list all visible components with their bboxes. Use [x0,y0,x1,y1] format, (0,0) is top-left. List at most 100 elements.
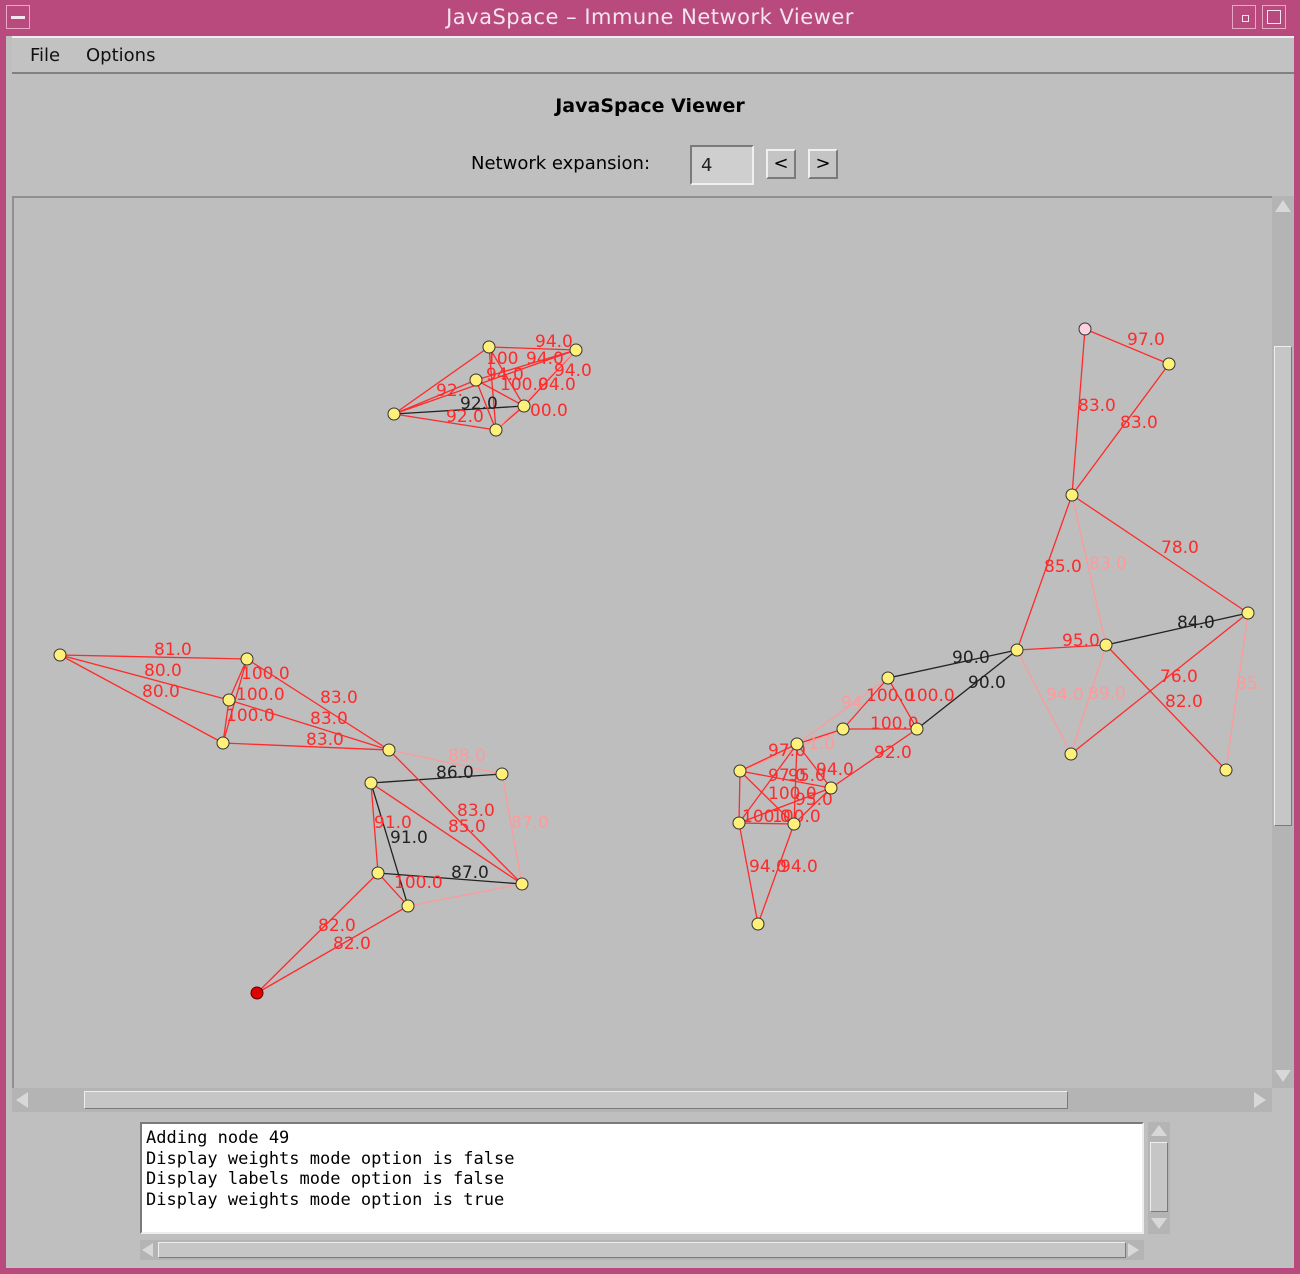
expansion-increase-button[interactable]: > [808,149,838,179]
edge-weight-label: 100.0 [906,686,955,706]
network-node[interactable] [910,722,924,736]
edge-weight-label: 94 [841,693,863,713]
network-expansion-input[interactable]: 4 [690,145,754,185]
log-vertical-scrollbar[interactable] [1148,1122,1170,1234]
network-node[interactable] [222,693,236,707]
network-graph[interactable]: 94.0100 94.094.0 94.0100.094.092.92.092.0 0… [14,198,1272,1088]
scroll-left-arrow-icon[interactable] [16,1092,28,1108]
network-node[interactable] [371,866,385,880]
edge-weight-label: 83.0 [1078,396,1116,416]
log-horizontal-scrollbar[interactable] [140,1240,1144,1260]
edge-weight-label: 83.0 [320,688,358,708]
network-node[interactable] [751,917,765,931]
vertical-scroll-thumb[interactable] [1274,346,1292,826]
log-vertical-scroll-thumb[interactable] [1150,1142,1168,1212]
log-scroll-left-arrow-icon[interactable] [142,1243,153,1257]
network-node[interactable] [732,816,746,830]
edge-weight-label: 82.0 [333,934,371,954]
scroll-down-arrow-icon[interactable] [1275,1070,1291,1082]
menu-file[interactable]: File [30,45,60,66]
edge-weight-label: 00.0 [530,401,568,421]
network-node[interactable] [569,343,583,357]
network-node[interactable] [240,652,254,666]
network-node[interactable] [517,399,531,413]
edge-weight-label: 83.0 [1089,554,1127,574]
log-line: Display labels mode option is false [146,1169,505,1189]
edge-weight-label: 91.0 [390,828,428,848]
network-node[interactable] [1099,638,1113,652]
edge-weight-label: 78.0 [1161,538,1199,558]
maximize-button[interactable] [1262,5,1286,29]
edge-weight-label: 94.0 [1046,685,1084,705]
edge-weight-label: 100.0 [226,706,275,726]
network-node[interactable] [469,373,483,387]
network-node[interactable] [1010,643,1024,657]
horizontal-scroll-thumb[interactable] [84,1091,1068,1109]
edge-weight-label: 1.0 [808,734,835,754]
edge-weight-label: 80.0 [144,661,182,681]
network-node[interactable] [489,423,503,437]
network-node[interactable] [824,781,838,795]
minimize-button[interactable] [1232,5,1256,29]
network-node[interactable] [401,899,415,913]
expansion-decrease-button[interactable]: < [766,149,796,179]
app-window: JavaSpace – Immune Network Viewer File O… [0,0,1300,1274]
network-node[interactable] [482,340,496,354]
network-node[interactable] [836,722,850,736]
edge-weight-label: 94.0 [538,375,576,395]
edge-weight-label: 100.0 [236,685,285,705]
edge-weight-label: 85. [1236,674,1263,694]
edge-weight-label: 81.0 [154,640,192,660]
network-node[interactable] [364,776,378,790]
network-node[interactable] [1064,747,1078,761]
edge-weight-label: 89.0 [1088,684,1126,704]
title-bar[interactable]: JavaSpace – Immune Network Viewer [0,0,1300,36]
edges-layer [59,328,1249,994]
network-node[interactable] [790,737,804,751]
scroll-up-arrow-icon[interactable] [1275,200,1291,212]
network-node[interactable] [787,817,801,831]
network-canvas[interactable]: 94.0 100 94.0 94.0 94.0 100.0 94.0 92. 92.0 92.0 0… [12,196,1272,1088]
network-node[interactable] [250,986,264,1000]
network-node[interactable] [1162,357,1176,371]
minimize-icon [1242,15,1249,22]
log-horizontal-scroll-thumb[interactable] [158,1242,1126,1258]
edge-weight-label: 84.0 [1177,613,1215,633]
network-node[interactable] [1241,606,1255,620]
network-node[interactable] [1078,322,1092,336]
edge-weight-label: 94.0 [816,760,854,780]
edge-weight-label: 82.0 [318,916,356,936]
network-node[interactable] [382,743,396,757]
edge-weight-label: 82.0 [1165,692,1203,712]
network-node[interactable] [216,736,230,750]
edge-weight-label: 92.0 [874,743,912,763]
menu-options[interactable]: Options [86,45,155,66]
edge-weight-label: 83.0 [1120,413,1158,433]
edge-weight-label: 80.0 [142,682,180,702]
edge-weight-label: 94.0 [780,857,818,877]
canvas-horizontal-scrollbar[interactable] [12,1088,1272,1112]
edge-weight-label: 87.0 [451,863,489,883]
network-node[interactable] [733,764,747,778]
network-node[interactable] [1219,763,1233,777]
network-node[interactable] [1065,488,1079,502]
network-node[interactable] [881,671,895,685]
log-textarea[interactable]: Adding node 49 Display weights mode opti… [140,1122,1144,1234]
network-expansion-label: Network expansion: [471,153,651,174]
edge-weight-label: 83.0 [310,709,348,729]
window-title: JavaSpace – Immune Network Viewer [446,5,854,29]
network-node[interactable] [53,648,67,662]
log-scroll-up-arrow-icon[interactable] [1151,1125,1167,1136]
network-node[interactable] [515,877,529,891]
log-line: Adding node 49 [146,1128,290,1148]
canvas-vertical-scrollbar[interactable] [1272,196,1294,1088]
edge-weight-label: 100.0 [394,873,443,893]
scroll-right-arrow-icon[interactable] [1254,1092,1266,1108]
log-scroll-right-arrow-icon[interactable] [1128,1243,1139,1257]
log-scroll-down-arrow-icon[interactable] [1151,1218,1167,1229]
network-node[interactable] [387,407,401,421]
menu-bar: File Options [12,36,1294,74]
edge-weight-label: 97.0 [1127,330,1165,350]
network-node[interactable] [495,767,509,781]
maximize-icon [1267,10,1281,24]
